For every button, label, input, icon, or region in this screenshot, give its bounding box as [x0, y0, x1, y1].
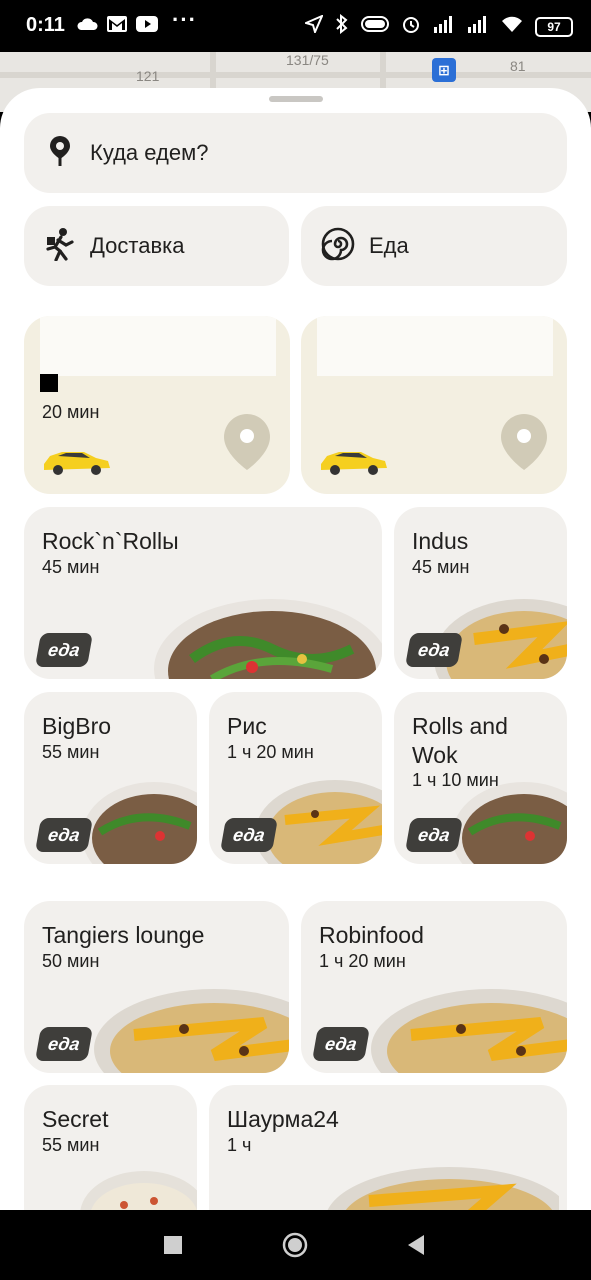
- map-pin-icon: [224, 414, 270, 470]
- bottom-sheet: Куда едем? Доставка Еда 20 мин Rock`n`Ro…: [0, 88, 591, 1210]
- taxi-tariff-icon: [40, 374, 58, 392]
- restaurant-name: Indus: [412, 528, 469, 554]
- restaurant-eta: 1 ч 20 мин: [319, 951, 406, 971]
- restaurant-eta: 55 мин: [42, 742, 100, 762]
- restaurant-name: Rock`n`Rollы: [42, 528, 179, 554]
- rice-dish-image: [94, 989, 289, 1073]
- restaurant-name: Rolls and Wok: [412, 713, 508, 768]
- cloud-icon: [76, 14, 98, 34]
- alarm-icon: [401, 14, 421, 39]
- food-badge: еда: [312, 1027, 370, 1061]
- restaurant-name: BigBro: [42, 713, 112, 739]
- taxi-card-header: [317, 316, 553, 376]
- map-label: 131/75: [286, 52, 329, 68]
- restaurant-eta: 1 ч 20 мин: [227, 742, 314, 762]
- restaurant-eta: 50 мин: [42, 951, 100, 971]
- food-button[interactable]: Еда: [301, 206, 567, 286]
- walking-courier-icon: [44, 227, 76, 266]
- restaurant-eta: 45 мин: [412, 557, 470, 577]
- taxi-car-icon: [321, 452, 387, 475]
- restaurant-eta: 55 мин: [42, 1135, 100, 1155]
- food-badge: еда: [35, 1027, 93, 1061]
- food-badge: еда: [405, 633, 463, 667]
- battery-level: 97: [547, 19, 561, 34]
- restaurant-card[interactable]: Rock`n`Rollы 45 мин еда: [24, 507, 382, 679]
- restaurant-card[interactable]: Secret 55 мин: [24, 1085, 197, 1210]
- status-bar: 0:11 ··· 97: [0, 0, 591, 52]
- restaurant-name: Secret: [42, 1106, 109, 1132]
- wifi-icon: [501, 15, 523, 38]
- food-badge: еда: [35, 633, 93, 667]
- status-time: 0:11: [26, 14, 65, 36]
- bluetooth-icon: [335, 13, 349, 39]
- rice-dish-image: [371, 989, 567, 1073]
- rice-dish-image: [327, 1167, 559, 1210]
- taxi-card[interactable]: [301, 316, 567, 494]
- map-pin-icon: [501, 414, 547, 470]
- spiral-icon: [321, 227, 355, 266]
- restaurant-card[interactable]: Рис 1 ч 20 мин еда: [209, 692, 382, 864]
- more-dots-icon: ···: [172, 7, 197, 32]
- map-label: 121: [136, 68, 160, 84]
- delivery-button[interactable]: Доставка: [24, 206, 289, 286]
- back-icon[interactable]: [406, 1234, 426, 1256]
- restaurant-name: Tangiers lounge: [42, 922, 205, 948]
- taxi-card[interactable]: 20 мин: [24, 316, 290, 494]
- restaurant-eta: 45 мин: [42, 557, 100, 577]
- food-badge: еда: [220, 818, 278, 852]
- delivery-label: Доставка: [90, 233, 185, 258]
- location-icon: [303, 14, 324, 38]
- restaurant-card[interactable]: Indus 45 мин еда: [394, 507, 567, 679]
- restaurant-card[interactable]: Rolls and Wok 1 ч 10 мин еда: [394, 692, 567, 864]
- taxi-card-header: [40, 316, 276, 376]
- restaurant-name: Robinfood: [319, 922, 424, 948]
- search-placeholder: Куда едем?: [90, 140, 209, 165]
- porridge-dish-image: [80, 1171, 197, 1210]
- restaurant-card[interactable]: Robinfood 1 ч 20 мин еда: [301, 901, 567, 1073]
- food-badge: еда: [35, 818, 93, 852]
- food-badge: еда: [405, 818, 463, 852]
- system-nav-bar: [0, 1210, 591, 1280]
- signal-icon: [433, 15, 455, 38]
- sheet-handle[interactable]: [269, 96, 323, 102]
- toggle-icon: [361, 16, 389, 37]
- recents-icon[interactable]: [164, 1236, 182, 1254]
- gmail-icon: [106, 14, 128, 34]
- restaurant-name: Шаурма24: [227, 1106, 339, 1132]
- battery-icon: 97: [535, 16, 573, 37]
- taxi-car-icon: [44, 452, 110, 475]
- food-label: Еда: [369, 233, 409, 258]
- restaurant-name: Рис: [227, 713, 267, 739]
- pin-icon: [48, 135, 72, 172]
- noodles-dish-image: [82, 782, 197, 864]
- youtube-icon: [136, 14, 158, 34]
- noodles-dish-image: [154, 599, 382, 679]
- restaurant-card[interactable]: Tangiers lounge 50 мин еда: [24, 901, 289, 1073]
- restaurant-card[interactable]: BigBro 55 мин еда: [24, 692, 197, 864]
- signal-icon: [467, 15, 489, 38]
- bus-stop-icon[interactable]: ⊞: [432, 58, 456, 82]
- taxi-eta: 20 мин: [42, 402, 100, 422]
- restaurant-eta: 1 ч: [227, 1135, 252, 1155]
- restaurant-card[interactable]: Шаурма24 1 ч: [209, 1085, 567, 1210]
- home-icon[interactable]: [282, 1232, 308, 1258]
- noodles-dish-image: [452, 782, 567, 864]
- destination-search[interactable]: Куда едем?: [24, 113, 567, 193]
- map-label: 81: [510, 58, 526, 74]
